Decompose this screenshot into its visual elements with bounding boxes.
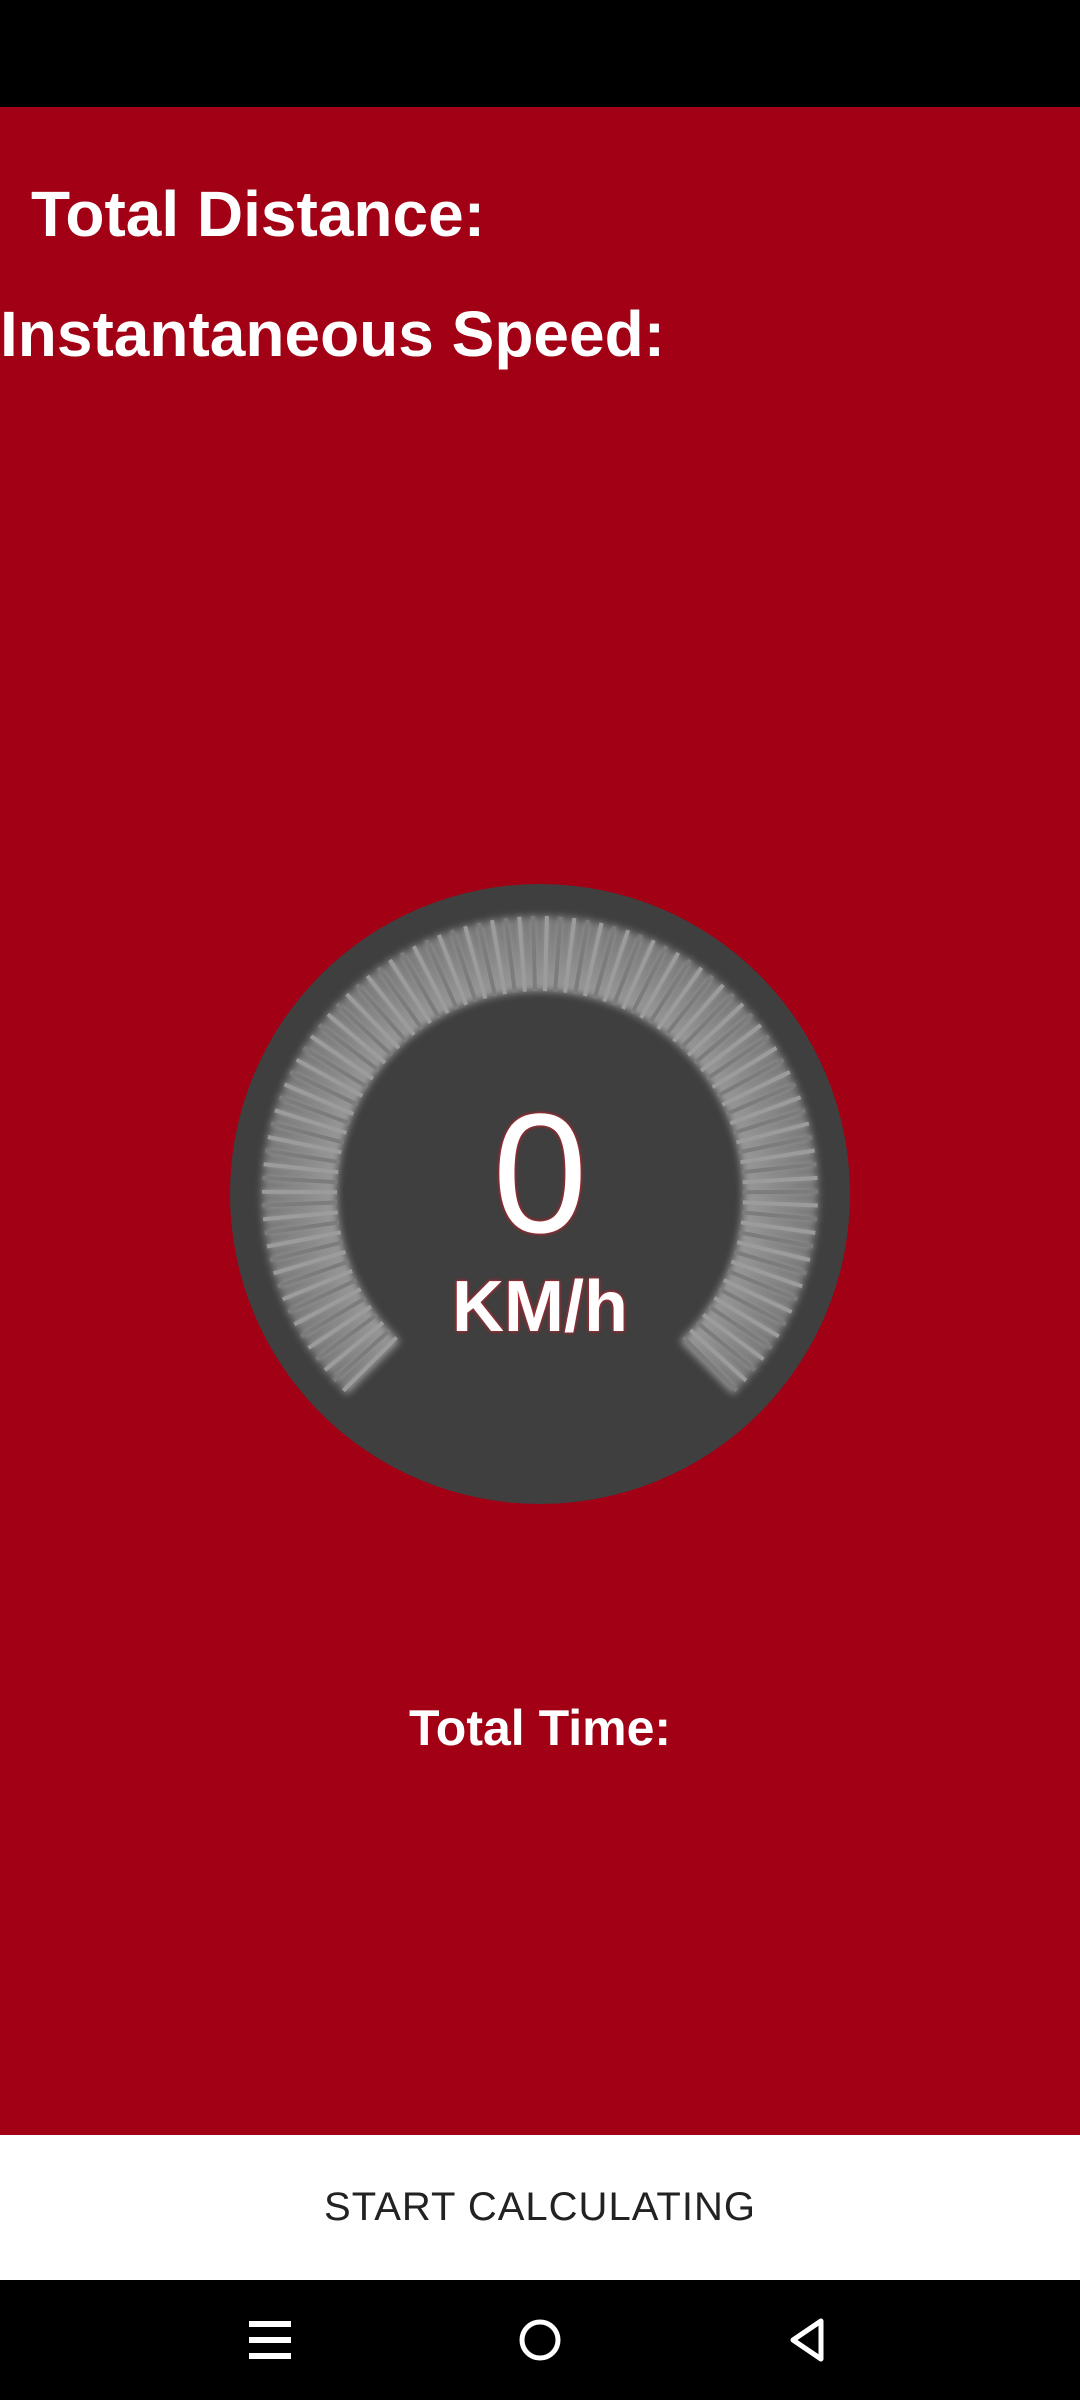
back-icon[interactable] [748, 2280, 868, 2400]
main-screen: Total Distance: Instantaneous Speed: 0 K… [0, 107, 1080, 2135]
gauge-tick [531, 916, 537, 992]
total-time-label: Total Time: [408, 1700, 672, 1756]
speed-value: 0 [492, 1079, 588, 1269]
home-icon[interactable] [480, 2280, 600, 2400]
menu-icon[interactable] [210, 2280, 330, 2400]
status-bar [0, 0, 1080, 107]
navigation-bar [0, 2280, 1080, 2400]
start-calculating-label: START CALCULATING [324, 2185, 756, 2229]
total-distance-label: Total Distance: [31, 178, 485, 250]
start-calculating-button[interactable]: START CALCULATING [0, 2135, 1080, 2280]
instantaneous-speed-label: Instantaneous Speed: [0, 298, 665, 370]
gauge-tick [543, 916, 549, 992]
speedometer-gauge: 0 KM/h [230, 884, 850, 1504]
speed-unit: KM/h [452, 1267, 628, 1347]
